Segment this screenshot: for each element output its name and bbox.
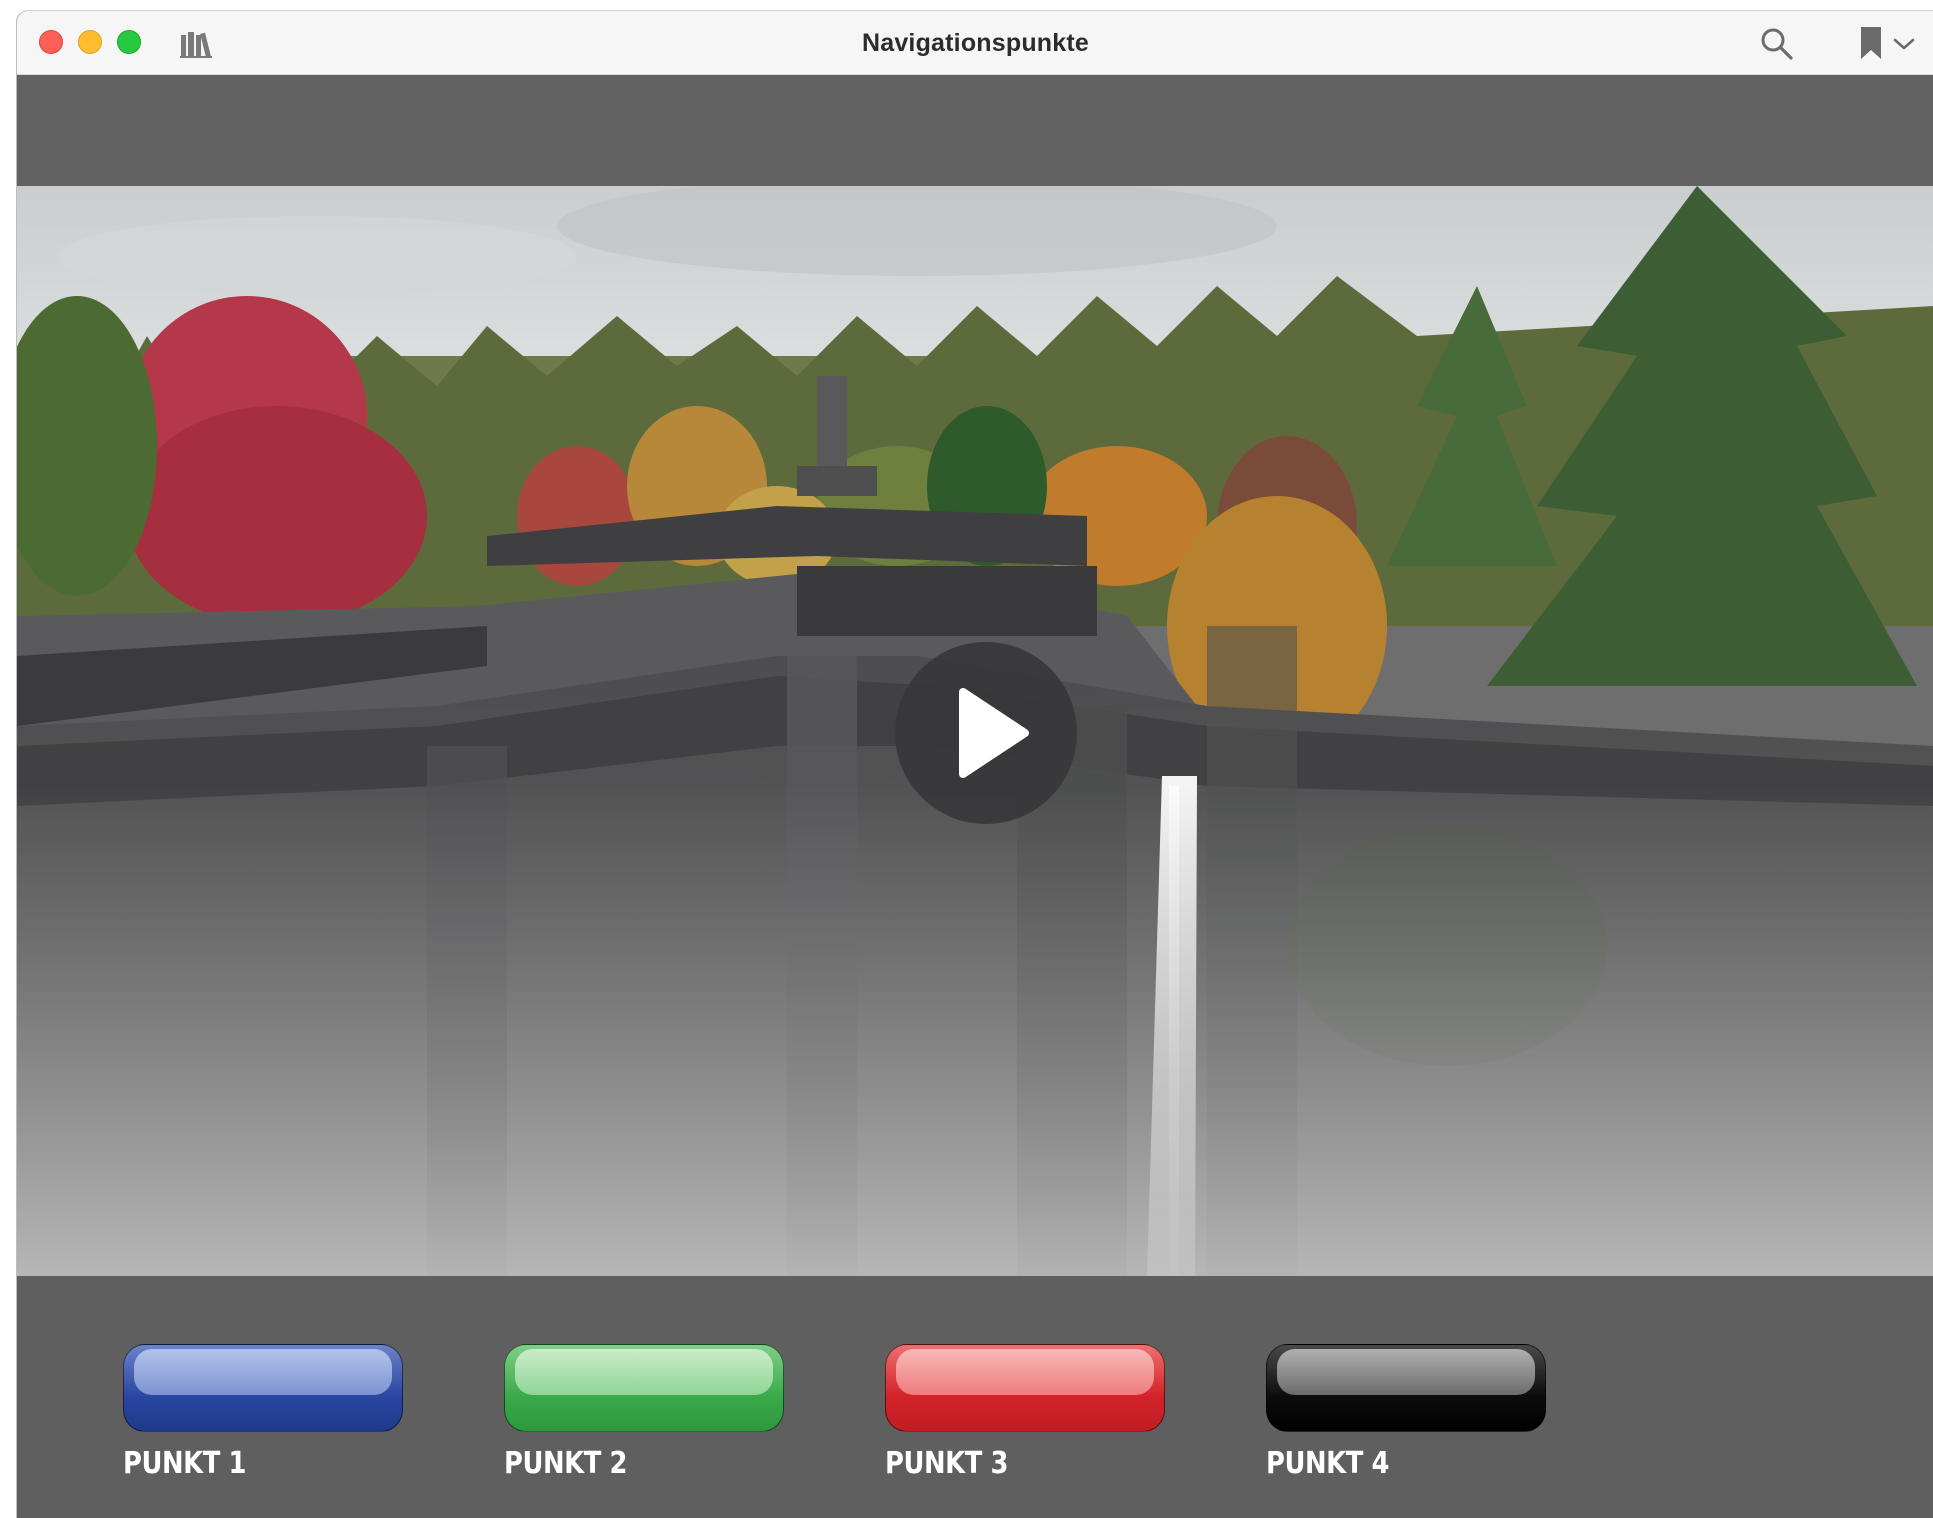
- chevron-down-icon[interactable]: [1893, 37, 1915, 51]
- navigation-buttons-area: PUNKT 1 PUNKT 2 PUNKT 3 PUNKT 4: [17, 1276, 1933, 1518]
- title-bar: Navigationspunkte: [17, 11, 1933, 75]
- punkt-3-button[interactable]: [885, 1344, 1165, 1432]
- bookmark-icon[interactable]: [1859, 25, 1883, 61]
- punkt-1-label: PUNKT 1: [123, 1446, 246, 1481]
- punkt-4-button[interactable]: [1266, 1344, 1546, 1432]
- punkt-1-button[interactable]: [123, 1344, 403, 1432]
- search-icon[interactable]: [1760, 27, 1794, 61]
- punkt-3-label: PUNKT 3: [885, 1446, 1008, 1481]
- video-player[interactable]: [17, 186, 1933, 1276]
- play-button[interactable]: [895, 642, 1077, 824]
- punkt-2-button[interactable]: [504, 1344, 784, 1432]
- header-band: [17, 75, 1933, 186]
- app-window: Navigationspunkte PUNKT 1 PUNKT 2 PUNKT …: [16, 10, 1933, 1518]
- punkt-4-label: PUNKT 4: [1266, 1446, 1389, 1481]
- play-icon: [959, 688, 1029, 778]
- punkt-2-label: PUNKT 2: [504, 1446, 627, 1481]
- window-title: Navigationspunkte: [861, 29, 1090, 57]
